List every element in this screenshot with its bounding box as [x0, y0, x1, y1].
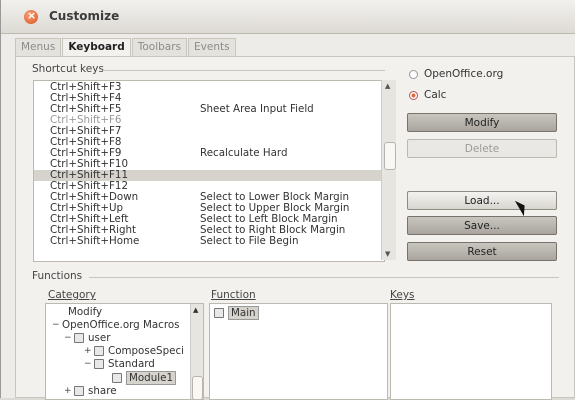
- divider: [89, 277, 559, 278]
- scope-radio-openoffice[interactable]: OpenOffice.org: [409, 68, 503, 80]
- expand-icon[interactable]: +: [64, 386, 72, 396]
- collapse-icon[interactable]: −: [84, 359, 92, 369]
- library-icon: [74, 386, 84, 396]
- function-label: Function: [211, 289, 256, 301]
- save-button[interactable]: Save...: [407, 216, 557, 235]
- scroll-down-icon[interactable]: ▼: [385, 250, 390, 258]
- tree-item[interactable]: + ComposeSpeci: [84, 345, 184, 357]
- scroll-up-icon[interactable]: ▲: [193, 306, 198, 314]
- scope-radio-calc[interactable]: Calc: [409, 89, 446, 101]
- radio-selected-icon: [409, 90, 418, 100]
- tab-keyboard[interactable]: Keyboard: [62, 38, 131, 56]
- modify-button[interactable]: Modify: [407, 113, 557, 132]
- title-bar: × Customize: [1, 0, 575, 34]
- expand-icon[interactable]: +: [84, 346, 92, 356]
- collapse-icon[interactable]: −: [64, 333, 72, 343]
- keys-list[interactable]: [390, 303, 552, 400]
- collapse-icon[interactable]: −: [52, 320, 60, 330]
- scroll-thumb[interactable]: [192, 376, 203, 399]
- functions-label: Functions: [32, 270, 83, 282]
- customize-dialog: × Customize Menus Keyboard Toolbars Even…: [0, 0, 575, 400]
- tab-menus[interactable]: Menus: [15, 38, 62, 56]
- tab-strip: Menus Keyboard Toolbars Events: [15, 38, 237, 56]
- radio-icon: [409, 69, 418, 79]
- tree-item[interactable]: − Standard: [84, 358, 155, 370]
- scroll-thumb[interactable]: [384, 142, 396, 170]
- function-list[interactable]: Main: [209, 303, 388, 400]
- shortcut-list-scrollbar[interactable]: ▲ ▼: [381, 80, 396, 260]
- library-icon: [94, 359, 104, 369]
- shortcut-list[interactable]: Ctrl+Shift+F3 Ctrl+Shift+F4 Ctrl+Shift+F…: [33, 80, 385, 262]
- scroll-up-icon[interactable]: ▲: [385, 82, 390, 90]
- close-icon[interactable]: ×: [24, 9, 38, 24]
- shortcut-keys-label: Shortcut keys: [32, 63, 104, 75]
- load-button[interactable]: Load...: [407, 191, 557, 210]
- window-title: Customize: [49, 9, 120, 23]
- category-label: Category: [48, 289, 96, 301]
- tree-item[interactable]: − user: [64, 332, 110, 344]
- tab-events[interactable]: Events: [188, 38, 236, 56]
- keys-label: Keys: [390, 289, 415, 301]
- reset-button[interactable]: Reset: [407, 242, 557, 261]
- tree-item[interactable]: + share: [64, 385, 117, 397]
- function-item[interactable]: Main: [214, 306, 259, 320]
- tree-item-selected[interactable]: Module1: [112, 371, 176, 385]
- shortcut-row[interactable]: Ctrl+Shift+Home Select to File Begin: [34, 236, 384, 247]
- tree-item[interactable]: Modify: [68, 306, 102, 318]
- library-icon: [94, 346, 104, 356]
- divider: [103, 70, 385, 71]
- category-tree[interactable]: Modify − OpenOffice.org Macros − user + Com…: [45, 303, 204, 400]
- delete-button: Delete: [407, 139, 557, 158]
- tree-item[interactable]: − OpenOffice.org Macros: [52, 319, 180, 331]
- macro-icon: [214, 308, 224, 318]
- tab-toolbars[interactable]: Toolbars: [131, 38, 188, 56]
- library-icon: [74, 333, 84, 343]
- module-icon: [112, 373, 122, 383]
- category-scrollbar[interactable]: ▲: [190, 304, 203, 399]
